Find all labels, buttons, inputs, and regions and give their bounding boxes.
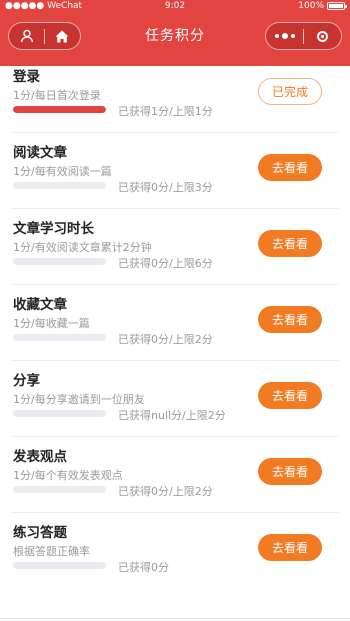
task-go-button[interactable]: 去看看 [258,154,322,181]
task-title: 收藏文章 [13,297,67,313]
status-bar: ●●●●● WeChat 9:02 100% [0,0,350,14]
battery-percent: 100% [298,1,324,11]
task-progress-bar [13,486,106,493]
task-progress-text: 已获得0分/上限2分 [118,485,213,498]
task-desc: 1分/每日首次登录 [13,89,101,102]
task-item-login: 登录 1分/每日首次登录 已获得1分/上限1分 已完成 [0,56,350,132]
task-list: 登录 1分/每日首次登录 已获得1分/上限1分 已完成 阅读文章 1分/每有效阅… [0,56,350,588]
task-item-reading-time: 文章学习时长 1分/有效阅读文章累计2分钟 已获得0分/上限6分 去看看 [0,208,350,284]
battery-icon [327,2,347,10]
task-go-button[interactable]: 去看看 [258,306,322,333]
task-progress-bar [13,106,106,113]
task-go-button[interactable]: 去看看 [258,458,322,485]
task-title: 发表观点 [13,449,67,465]
task-progress-bar [13,410,106,417]
bottom-divider [0,618,350,619]
task-desc: 1分/有效阅读文章累计2分钟 [13,241,152,254]
task-item-read-article: 阅读文章 1分/每有效阅读一篇 已获得0分/上限3分 去看看 [0,132,350,208]
task-desc: 1分/每个有效发表观点 [13,469,123,482]
task-title: 登录 [13,69,40,85]
task-progress-text: 已获得0分/上限3分 [118,181,213,194]
task-progress-bar [13,334,106,341]
task-progress-text: 已获得0分/上限2分 [118,333,213,346]
task-progress-text: 已获得1分/上限1分 [118,105,213,118]
task-item-post-opinion: 发表观点 1分/每个有效发表观点 已获得0分/上限2分 去看看 [0,436,350,512]
task-title: 分享 [13,373,40,389]
task-progress-text: 已获得0分 [118,561,169,574]
task-item-favorite-article: 收藏文章 1分/每收藏一篇 已获得0分/上限2分 去看看 [0,284,350,360]
task-title: 练习答题 [13,525,67,541]
task-completed-button[interactable]: 已完成 [258,78,322,105]
task-progress-bar [13,258,106,265]
close-target-icon[interactable] [304,23,341,49]
task-go-button[interactable]: 去看看 [258,534,322,561]
task-progress-fill [13,106,106,113]
task-title: 阅读文章 [13,145,67,161]
battery-status: 100% [298,1,347,11]
task-item-share: 分享 1分/每分享邀请到一位朋友 已获得null分/上限2分 去看看 [0,360,350,436]
task-go-button[interactable]: 去看看 [258,382,322,409]
task-desc: 1分/每分享邀请到一位朋友 [13,393,145,406]
task-progress-bar [13,182,106,189]
task-progress-text: 已获得0分/上限6分 [118,257,213,270]
task-desc: 1分/每有效阅读一篇 [13,165,112,178]
nav-bar: 任务积分 [0,14,350,58]
task-desc: 1分/每收藏一篇 [13,317,90,330]
more-dots-icon[interactable] [266,23,303,49]
task-progress-text: 已获得null分/上限2分 [118,409,226,422]
nav-right-capsule [265,22,342,50]
task-item-practice-quiz: 练习答题 根据答题正确率 已获得0分 去看看 [0,512,350,588]
task-title: 文章学习时长 [13,221,94,237]
task-progress-bar [13,562,106,569]
task-desc: 根据答题正确率 [13,545,90,558]
task-go-button[interactable]: 去看看 [258,230,322,257]
